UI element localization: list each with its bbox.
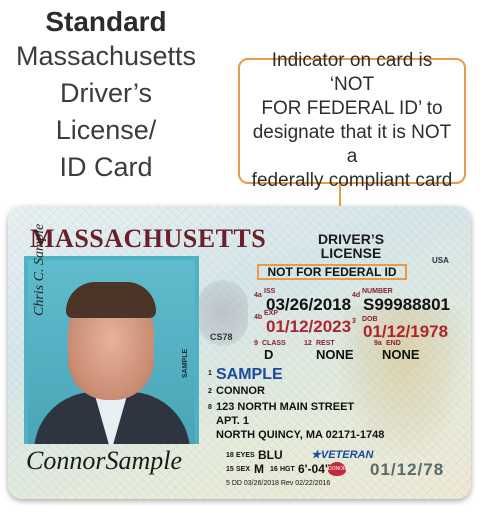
heading-line-standard: Standard — [45, 6, 167, 37]
heading-line-license: Driver’s License/ — [55, 78, 157, 145]
dd-line: 5 DD 03/26/2018 Rev 02/22/2016 — [226, 480, 331, 487]
card-state-name: MASSACHUSETTS — [30, 224, 267, 253]
card-document-title: DRIVER’S LICENSE — [296, 232, 406, 260]
end-value: NONE — [382, 347, 420, 362]
iss-value: 03/26/2018 — [266, 295, 352, 314]
end-field-number: 9a — [374, 340, 382, 347]
callout-line-1: Indicator on card is ‘NOT — [271, 50, 433, 95]
class-value: D — [264, 347, 274, 362]
dob-value: 01/12/1978 — [363, 322, 449, 341]
hgt-label: HGT — [280, 466, 295, 473]
federal-id-indicator: NOT FOR FEDERAL ID — [257, 264, 407, 280]
photo-side-sample: SAMPLE — [182, 348, 189, 378]
sex-value: M — [254, 462, 264, 476]
number-label: NUMBER — [362, 288, 393, 295]
name-first: CONNOR — [216, 385, 265, 397]
heading-line-state: Massachusetts — [15, 41, 197, 71]
photo-side-signature: Chris C. Sample — [32, 223, 47, 316]
heading-line-idcard: ID Card — [59, 152, 153, 182]
callout-box: Indicator on card is ‘NOT FOR FEDERAL ID… — [238, 50, 466, 191]
sex-field-number: 15 — [226, 466, 234, 473]
sex-label: SEX — [236, 466, 251, 473]
exp-label: EXP — [264, 310, 279, 317]
address-line-1: 123 NORTH MAIN STREET — [216, 401, 355, 413]
portrait-hair — [66, 282, 156, 318]
eyes-field-number: 18 — [226, 452, 234, 459]
class-label: CLASS — [262, 340, 286, 347]
holder-signature: ConnorSample — [26, 446, 182, 475]
name-last-number: 1 — [208, 370, 212, 377]
ghost-code: CS78 — [210, 332, 233, 342]
page-heading: Standard Massachusetts Driver’s License/… — [6, 6, 206, 186]
callout-line-2: FOR FEDERAL ID’ to — [261, 98, 443, 119]
doc-title-line-1: DRIVER’S — [317, 231, 385, 247]
callout-line-4: federally compliant card — [251, 170, 453, 191]
hgt-value: 6'-04" — [298, 462, 331, 476]
dob-field-number: 3 — [352, 318, 356, 325]
address-line-3: NORTH QUINCY, MA 02171-1748 — [216, 429, 385, 441]
exp-value: 01/12/2023 — [266, 317, 352, 336]
address-line-2: APT. 1 — [216, 415, 250, 427]
eyes-value: BLU — [258, 448, 283, 462]
rest-field-number: 12 — [304, 340, 312, 347]
doc-title-line-2: LICENSE — [320, 245, 382, 261]
iss-label: ISS — [264, 288, 276, 295]
number-field-number: 4d — [352, 292, 361, 299]
rest-label: REST — [316, 340, 335, 347]
eyes-label: EYES — [236, 452, 255, 459]
ghost-dob: 01/12/78 — [370, 460, 445, 479]
donor-heart-icon: DONOR — [328, 462, 347, 476]
address-number: 8 — [208, 404, 212, 411]
number-value: S99988801 — [363, 295, 450, 314]
end-label: END — [386, 340, 401, 347]
veteran-badge: ★VETERAN — [311, 449, 374, 461]
class-field-number: 9 — [254, 340, 258, 347]
country-label: USA — [432, 256, 449, 265]
name-last: SAMPLE — [216, 366, 283, 383]
portrait-photo — [28, 260, 195, 444]
hgt-field-number: 16 — [270, 466, 278, 473]
exp-field-number: 4b — [254, 314, 263, 321]
rest-value: NONE — [316, 347, 354, 362]
callout-line-3: designate that it is NOT a — [252, 122, 452, 167]
license-card: MASSACHUSETTS DRIVER’S LICENSE NOT FOR F… — [8, 206, 471, 499]
iss-field-number: 4a — [254, 292, 262, 299]
name-first-number: 2 — [208, 388, 212, 395]
